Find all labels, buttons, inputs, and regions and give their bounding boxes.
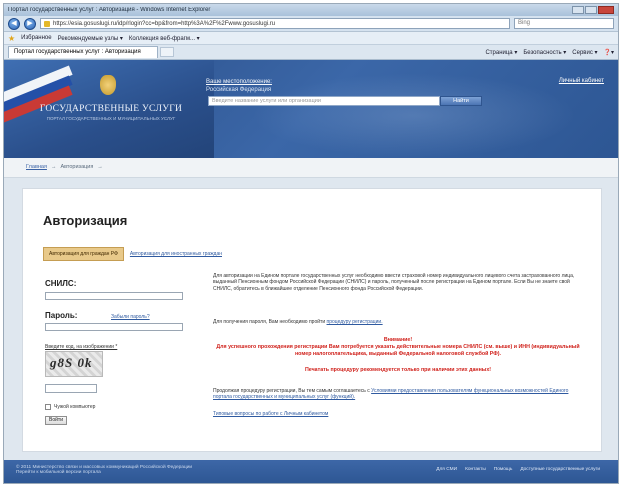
- faq-paragraph: Типовые вопросы по работе с Личным кабин…: [213, 411, 583, 417]
- footer-link-media[interactable]: Для СМИ: [436, 467, 457, 472]
- warning-note: Печатать процедуру рекомендуется только …: [304, 367, 492, 373]
- site-brand[interactable]: ГОСУДАРСТВЕННЫЕ УСЛУГИ: [16, 104, 206, 114]
- footer-links: Для СМИ Контакты Помощь Доступные госуда…: [436, 467, 600, 472]
- menu-security[interactable]: Безопасность ▾: [523, 49, 566, 56]
- site-search-button[interactable]: Найти: [440, 96, 482, 106]
- footer-link-services[interactable]: Доступные государственные услуги: [520, 467, 600, 472]
- command-bar: Страница ▾ Безопасность ▾ Сервис ▾ ❓▾: [485, 49, 614, 56]
- forward-icon[interactable]: ▶: [24, 17, 36, 30]
- site-header: ГОСУДАРСТВЕННЫЕ УСЛУГИ ПОРТАЛ ГОСУДАРСТВ…: [4, 60, 618, 158]
- lock-icon: [44, 20, 50, 27]
- warning-title: Внимание!: [383, 337, 413, 343]
- login-button[interactable]: Войти: [45, 416, 67, 425]
- footer-link-help[interactable]: Помощь: [494, 467, 513, 472]
- menu-page[interactable]: Страница ▾: [485, 49, 517, 56]
- captcha-label: Введите код, на изображении *: [45, 344, 118, 350]
- tab-foreigners[interactable]: Авторизация для иностранных граждан: [130, 251, 222, 257]
- address-bar-row: ◀ ▶ https://esia.gosuslugi.ru/idp/rlogin…: [4, 16, 618, 32]
- personal-account-link[interactable]: Личный кабинет: [559, 78, 604, 84]
- registration-link[interactable]: процедуру регистрации.: [327, 319, 383, 325]
- favorites-bar: ★ Избранное Рекомендуемые узлы ▾ Коллекц…: [4, 32, 618, 45]
- footer-link-contacts[interactable]: Контакты: [465, 467, 486, 472]
- checkbox-box[interactable]: [45, 404, 51, 410]
- coat-of-arms-icon: [100, 75, 116, 95]
- minimize-button[interactable]: [572, 6, 584, 14]
- site-footer: © 2011 Министерство связи и массовых ком…: [4, 460, 618, 483]
- maximize-button[interactable]: [585, 6, 597, 14]
- breadcrumb-home[interactable]: Главная: [26, 164, 47, 171]
- snils-input[interactable]: [45, 292, 183, 300]
- new-tab-button[interactable]: [160, 47, 174, 57]
- password-label: Пароль:: [45, 311, 78, 320]
- browser-tab-active[interactable]: Портал государственных услуг : Авторизац…: [8, 46, 158, 58]
- info-paragraph: Для авторизации на Едином портале госуда…: [213, 273, 575, 292]
- menu-tools[interactable]: Сервис ▾: [572, 49, 597, 56]
- breadcrumb: Главная → Авторизация →: [4, 158, 618, 178]
- window-controls: [572, 6, 614, 14]
- menu-help[interactable]: ❓▾: [604, 49, 614, 56]
- back-icon[interactable]: ◀: [8, 17, 20, 30]
- address-url: https://esia.gosuslugi.ru/idp/rlogin?cc=…: [53, 20, 276, 27]
- checkbox-label: Чужой компьютер: [54, 404, 96, 410]
- captcha-input[interactable]: [45, 384, 97, 393]
- site-brand-subtitle: ПОРТАЛ ГОСУДАРСТВЕННЫХ И МУНИЦИПАЛЬНЫХ У…: [46, 116, 176, 121]
- tab-row: Портал государственных услуг : Авторизац…: [4, 45, 618, 60]
- close-button[interactable]: [598, 6, 614, 14]
- snils-label: СНИЛС:: [45, 279, 77, 288]
- registration-paragraph: Для получения пароля, Вам необходимо про…: [213, 319, 583, 325]
- window-titlebar: Портал государственных услуг : Авторизац…: [4, 4, 618, 16]
- russia-map-background: [224, 66, 604, 156]
- faq-link[interactable]: Типовые вопросы по работе с Личным кабин…: [213, 411, 328, 417]
- site-search-input[interactable]: Введите название услуги или организации: [208, 96, 440, 106]
- warning-text: Для успешного прохождения регистрации Ва…: [216, 344, 580, 357]
- location-block: Ваше местоположение: Российская Федераци…: [206, 78, 272, 94]
- browser-search-input[interactable]: Bing: [514, 18, 614, 29]
- forgot-password-link[interactable]: Забыли пароль?: [111, 314, 150, 320]
- breadcrumb-current: Авторизация: [60, 164, 94, 170]
- breadcrumb-separator: →: [50, 164, 57, 170]
- favorites-star-icon[interactable]: ★: [8, 34, 15, 43]
- location-label[interactable]: Ваше местоположение:: [206, 78, 272, 86]
- foreign-computer-checkbox[interactable]: Чужой компьютер: [45, 404, 95, 410]
- captcha-image: g8S 0k: [45, 351, 103, 377]
- window-title: Портал государственных услуг : Авторизац…: [8, 7, 211, 13]
- browser-window: Портал государственных услуг : Авторизац…: [3, 3, 619, 484]
- fav-item-recommended[interactable]: Рекомендуемые узлы ▾: [58, 35, 123, 42]
- tab-citizens[interactable]: Авторизация для граждан РФ: [43, 247, 124, 261]
- breadcrumb-separator: →: [97, 164, 103, 170]
- registration-text: Для получения пароля, Вам необходимо про…: [213, 319, 326, 325]
- favorites-button[interactable]: Избранное: [21, 35, 51, 41]
- auth-panel: Авторизация Авторизация для граждан РФ А…: [22, 188, 602, 452]
- location-value: Российская Федерация: [206, 87, 272, 93]
- address-bar[interactable]: https://esia.gosuslugi.ru/idp/rlogin?cc=…: [40, 18, 510, 29]
- terms-paragraph: Продолжая процедуру регистрации, Вы тем …: [213, 388, 583, 401]
- fav-item-slices[interactable]: Коллекция веб-фрагм... ▾: [129, 35, 200, 42]
- password-input[interactable]: [45, 323, 183, 331]
- auth-tabs: Авторизация для граждан РФ Авторизация д…: [43, 247, 222, 261]
- page-title: Авторизация: [43, 213, 128, 228]
